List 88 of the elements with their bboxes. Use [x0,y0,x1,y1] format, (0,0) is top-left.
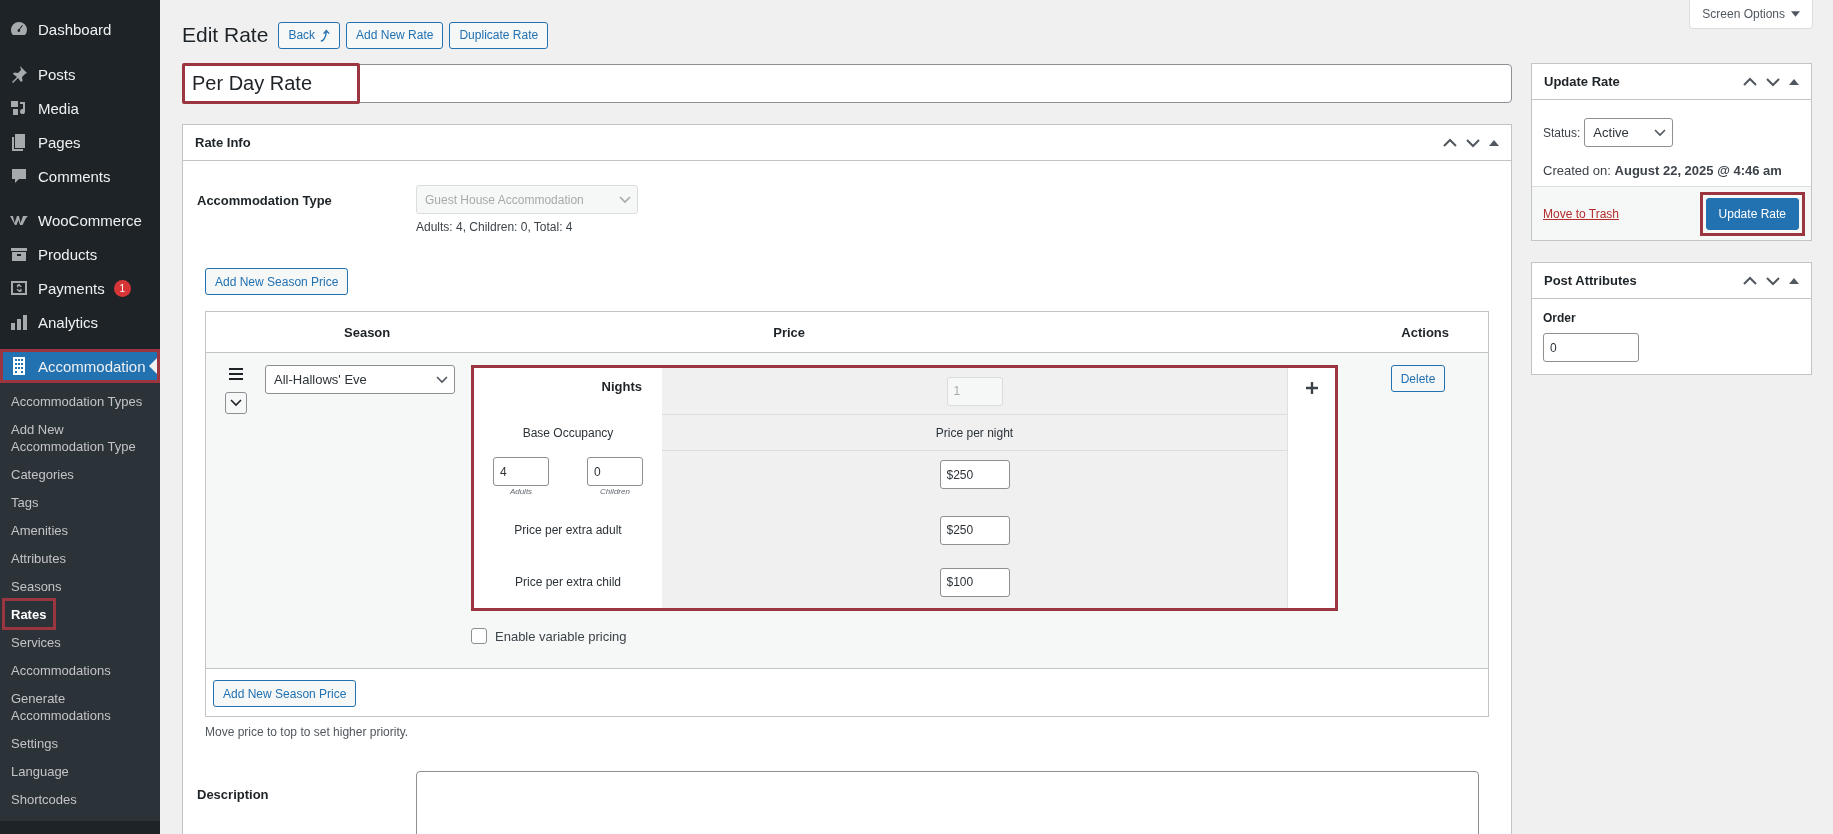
triangle-up-icon[interactable] [1789,277,1799,284]
submenu-item[interactable]: Language [0,757,79,785]
triangle-icon [149,358,157,374]
submenu-item[interactable]: Attributes [0,544,76,572]
order-field[interactable]: 0 [1543,333,1639,362]
chevron-down-icon[interactable] [1466,137,1480,148]
chevron-up-icon[interactable] [1743,275,1757,286]
back-button[interactable]: Back [278,21,341,49]
menu-item[interactable]: Comments [0,159,160,193]
field-caption: Adults [509,487,533,496]
row-label: Price per extra adult [514,523,622,537]
price-field[interactable]: $250 [939,460,1010,489]
screen-options-button[interactable]: Screen Options [1689,0,1813,29]
submenu-item[interactable]: Tags [0,488,49,516]
chevron-up-icon[interactable] [1443,137,1457,148]
add-season-price-button[interactable]: Add New Season Price [205,268,349,295]
submenu-item[interactable]: Accommodation Types [0,387,153,415]
move-to-trash-link[interactable]: Move to Trash [1543,206,1620,221]
add-season-price-button[interactable]: Add New Season Price [213,680,357,707]
price-field[interactable]: $100 [939,567,1010,597]
triangle-up-icon[interactable] [1789,78,1799,85]
field-label: Status: [1543,125,1581,140]
status-select[interactable]: Active [1584,118,1674,147]
column-header: Actions [1401,324,1449,340]
children-field[interactable]: 0 [587,457,643,486]
chevron-down-icon [436,375,448,384]
created-date: Created on: August 22, 2025 @ 4:46 am [1543,163,1783,178]
curved-arrow-icon [319,28,331,42]
checkbox[interactable] [471,628,487,644]
submenu-item[interactable]: Services [0,628,71,656]
header-button[interactable]: Add New Rate [346,21,444,49]
chevron-up-icon[interactable] [1743,76,1757,87]
menu-item[interactable]: Accommodation [0,349,160,383]
comment-icon [9,166,29,186]
submenu-item[interactable]: Generate Accommodations [0,684,160,729]
page-title: Edit Rate [182,23,269,47]
banknote-icon [9,278,29,298]
panel-title: Post Attributes [1544,273,1637,288]
triangle-up-icon[interactable] [1489,139,1499,146]
occupancy-note: Adults: 4, Children: 0, Total: 4 [416,220,574,234]
row-label: Price per extra child [514,575,621,589]
row-label: Base Occupancy [522,425,614,440]
menu-item[interactable]: Payments 1 [0,271,160,305]
chevron-down-icon[interactable] [1766,275,1780,286]
update-rate-button[interactable]: Update Rate [1705,197,1799,230]
menu-item[interactable]: WooCommerce [0,203,160,237]
menu-item[interactable]: Analytics [0,305,160,339]
menu-item[interactable]: Media [0,91,160,125]
header-button[interactable]: Duplicate Rate [449,21,549,49]
caret-icon [1791,11,1800,17]
title-field[interactable]: Per Day Rate [182,64,1512,103]
submenu-item[interactable]: Shortcodes [0,785,87,813]
price-field[interactable]: $250 [939,515,1010,545]
column-header: Price [773,324,806,340]
menu-item[interactable]: Posts [0,57,160,91]
chevron-down-icon [619,195,631,204]
column-header: Season [344,324,391,340]
plus-icon[interactable] [1305,382,1318,394]
season-select[interactable]: All-Hallows' Eve [265,365,455,394]
checkbox-label: Enable variable pricing [495,628,627,644]
submenu-item[interactable]: Add New Accommodation Type [0,415,160,460]
hint-text: Move price to top to set higher priority. [205,725,410,739]
panel-title: Rate Info [195,135,251,150]
field-label: Description [197,786,270,804]
menu-item[interactable]: Products [0,237,160,271]
chevron-down-icon [229,399,242,407]
menu-item[interactable]: Dashboard [0,12,160,46]
field-caption: Children [600,487,630,496]
submenu-item[interactable]: Categories [0,460,84,488]
delete-button[interactable]: Delete [1390,365,1446,392]
notification-badge: 1 [113,279,131,297]
submenu-item[interactable]: Amenities [0,516,79,544]
submenu-item[interactable]: Rates [4,600,55,628]
chevron-down-icon [1654,128,1667,137]
collapse-button[interactable] [224,392,247,414]
submenu-item[interactable]: Accommodations [0,656,121,684]
submenu-item[interactable]: Seasons [0,572,72,600]
column-label: Price per night [935,425,1014,440]
hamburger-icon[interactable] [228,368,243,380]
field-label: Accommodation Type [197,192,333,210]
row-label: Nights [601,379,642,394]
submenu-item[interactable]: Settings [0,729,68,757]
chevron-down-icon[interactable] [1766,76,1780,87]
field-label: Order [1543,311,1577,325]
adults-field[interactable]: 4 [493,457,549,486]
bar-chart-icon [9,312,29,332]
panel-title: Update Rate [1544,74,1620,89]
menu-item[interactable]: Pages [0,125,160,159]
